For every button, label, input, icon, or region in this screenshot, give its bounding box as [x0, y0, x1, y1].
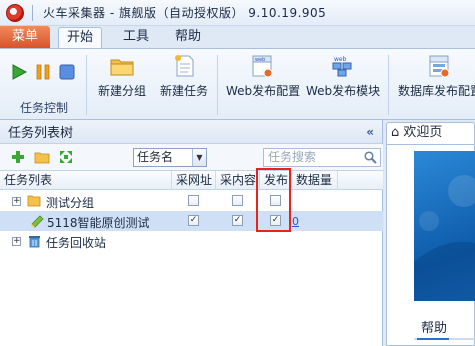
- data-count-link[interactable]: 0: [292, 215, 299, 228]
- web-badge-text: web: [255, 57, 265, 63]
- recycle-bin-icon: [29, 236, 40, 248]
- task-control-group-label: 任务控制: [20, 101, 69, 115]
- web-publish-config-button[interactable]: web Web发布配置: [226, 53, 301, 99]
- welcome-pane: ⌂ 欢迎页 帮助: [384, 120, 475, 346]
- ribbon-separator: [388, 55, 389, 115]
- folder-icon[interactable]: [34, 149, 50, 165]
- chevron-down-icon[interactable]: ▼: [192, 149, 206, 166]
- new-group-button[interactable]: 新建分组: [94, 53, 150, 99]
- web-config-icon: web: [252, 55, 273, 78]
- table-row[interactable]: + 任务回收站: [0, 231, 383, 251]
- expand-toggle[interactable]: +: [12, 197, 21, 206]
- search-field-value: 任务名: [137, 150, 174, 164]
- collapse-panel-button[interactable]: «: [366, 125, 374, 139]
- web-module-icon: web: [332, 56, 352, 77]
- tab-menu[interactable]: 菜单: [0, 26, 50, 48]
- ribbon-separator: [86, 55, 87, 115]
- column-collect-content[interactable]: 采内容: [216, 171, 260, 190]
- tab-welcome[interactable]: ⌂ 欢迎页: [386, 122, 475, 144]
- home-icon: ⌂: [391, 125, 400, 140]
- expand-toggle[interactable]: +: [12, 237, 21, 246]
- start-icon[interactable]: [10, 63, 28, 81]
- quick-access-separator: [32, 4, 33, 21]
- welcome-banner: [414, 151, 475, 301]
- window-title: 火车采集器 - 旗舰版（自动授权版） 9.10.19.905: [43, 6, 327, 20]
- task-icon: [31, 215, 44, 228]
- column-task-list[interactable]: 任务列表: [0, 171, 172, 190]
- column-data-count[interactable]: 数据量: [292, 171, 338, 190]
- web-publish-config-label: Web发布配置: [226, 84, 301, 98]
- collect-url-checkbox[interactable]: ✓: [188, 215, 199, 226]
- task-tree-panel: 任务列表树 « 任务名 ▼ 任务搜索 任务列表 采网址 采内容 发布 数据量 +…: [0, 120, 383, 346]
- tab-start[interactable]: 开始: [58, 27, 102, 48]
- collect-content-checkbox[interactable]: ✓: [232, 215, 243, 226]
- title-bar: 火车采集器 - 旗舰版（自动授权版） 9.10.19.905: [0, 0, 475, 26]
- search-placeholder: 任务搜索: [268, 150, 317, 164]
- database-config-icon: [429, 55, 450, 78]
- welcome-tab-label: 欢迎页: [403, 125, 443, 140]
- folder-icon: [27, 195, 41, 207]
- search-icon[interactable]: [364, 151, 377, 164]
- ribbon-tab-row: 菜单 开始 工具 帮助: [0, 26, 475, 48]
- publish-column-highlight: [256, 168, 291, 232]
- new-group-label: 新建分组: [97, 84, 146, 98]
- folder-icon: [110, 59, 134, 76]
- new-task-icon: [175, 55, 194, 77]
- tab-help[interactable]: 帮助: [166, 27, 210, 48]
- web-publish-module-button[interactable]: web Web发布模块: [306, 53, 381, 99]
- table-row[interactable]: + 测试分组: [0, 191, 383, 211]
- expand-all-icon[interactable]: [58, 149, 74, 165]
- task-grid-header: 任务列表 采网址 采内容 发布 数据量: [0, 170, 383, 190]
- task-search-input[interactable]: 任务搜索: [263, 148, 381, 167]
- new-task-label: 新建任务: [159, 84, 208, 98]
- panel-header: 任务列表树 «: [0, 120, 382, 144]
- ribbon-separator: [217, 55, 218, 115]
- help-tab-underline: [417, 338, 449, 340]
- collect-url-checkbox[interactable]: [188, 195, 199, 206]
- panel-title: 任务列表树: [8, 126, 74, 141]
- tree-item-label: 任务回收站: [46, 236, 107, 250]
- collect-content-checkbox[interactable]: [232, 195, 243, 206]
- pause-icon[interactable]: [34, 63, 52, 81]
- ribbon-panel: 任务控制 新建分组 新建任务 web Web发布配置 web Web发布模块 数…: [0, 48, 475, 120]
- web-badge-text: web: [334, 56, 347, 63]
- app-logo-icon[interactable]: [6, 3, 24, 22]
- tab-tools[interactable]: 工具: [114, 27, 158, 48]
- welcome-page-body: 帮助: [386, 144, 475, 346]
- tree-item-label: 5118智能原创测试: [47, 216, 150, 230]
- db-publish-config-label: 数据库发布配置: [398, 84, 475, 98]
- stop-icon[interactable]: [58, 63, 76, 81]
- add-icon[interactable]: [10, 149, 26, 165]
- tree-item-label: 测试分组: [46, 196, 95, 210]
- column-collect-url[interactable]: 采网址: [172, 171, 216, 190]
- panel-toolbar: 任务名 ▼ 任务搜索: [0, 144, 383, 170]
- search-field-select[interactable]: 任务名 ▼: [133, 148, 207, 167]
- web-publish-module-label: Web发布模块: [306, 84, 381, 98]
- table-row[interactable]: 5118智能原创测试 ✓ ✓ ✓ 0: [0, 211, 383, 231]
- new-task-button[interactable]: 新建任务: [156, 53, 212, 99]
- help-section-label[interactable]: 帮助: [421, 317, 447, 336]
- banner-graphic: [414, 175, 475, 301]
- db-publish-config-button[interactable]: 数据库发布配置: [398, 53, 475, 99]
